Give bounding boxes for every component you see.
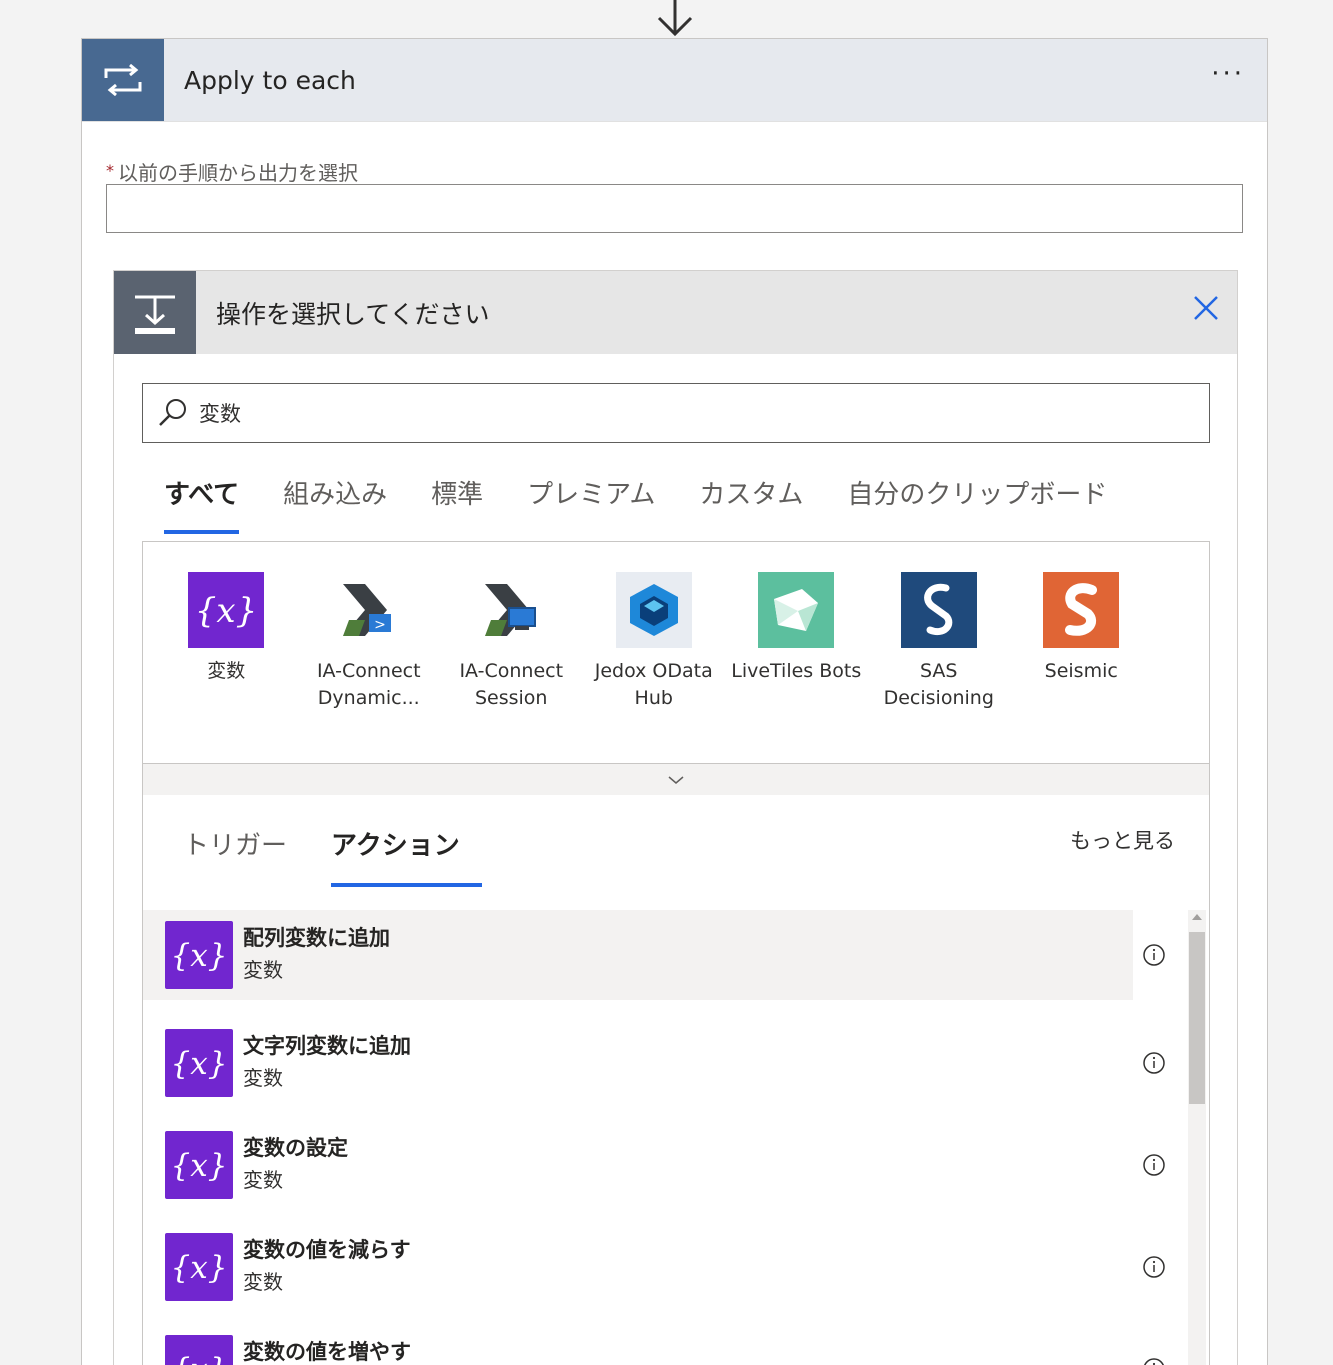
choose-operation-card: 操作を選択してください 変数 すべて 組み込み 標準 プレミアム カスタム 自分… bbox=[113, 270, 1238, 1365]
tab-my-clipboard[interactable]: 自分のクリップボード bbox=[825, 466, 1129, 534]
insert-step-icon bbox=[114, 271, 196, 354]
variable-icon: {x} bbox=[165, 1131, 233, 1199]
choose-operation-header: 操作を選択してください bbox=[114, 271, 1237, 354]
svg-text:{x}: {x} bbox=[171, 1250, 227, 1286]
search-value: 変数 bbox=[199, 402, 241, 426]
action-text: 文字列変数に追加 変数 bbox=[243, 1031, 411, 1095]
connector-ia-connect-session[interactable]: IA-Connect Session bbox=[440, 572, 583, 712]
variable-icon: {x} bbox=[165, 921, 233, 989]
connector-name: 変数 bbox=[207, 660, 246, 682]
action-text: 変数の値を減らす 変数 bbox=[243, 1235, 411, 1299]
tab-builtin[interactable]: 組み込み bbox=[261, 466, 409, 534]
action-title: 変数の設定 bbox=[243, 1136, 348, 1160]
expand-connectors-button[interactable] bbox=[143, 763, 1209, 795]
tab-custom[interactable]: カスタム bbox=[677, 466, 825, 534]
choose-operation-title: 操作を選択してください bbox=[216, 299, 490, 329]
search-icon bbox=[159, 399, 186, 426]
connector-name: LiveTiles Bots bbox=[731, 660, 862, 682]
seismic-icon bbox=[1043, 572, 1120, 648]
required-marker: * bbox=[106, 161, 114, 180]
tab-triggers[interactable]: トリガー bbox=[161, 825, 309, 887]
action-connector: 変数 bbox=[243, 958, 283, 982]
connector-ia-connect-dynamics[interactable]: > IA-Connect Dynamic... bbox=[298, 572, 441, 712]
info-icon[interactable] bbox=[1142, 1255, 1166, 1279]
see-more-link[interactable]: もっと見る bbox=[1070, 825, 1175, 855]
action-connector: 変数 bbox=[243, 1066, 283, 1090]
tab-premium[interactable]: プレミアム bbox=[505, 466, 677, 534]
connector-name: IA-Connect Dynamic... bbox=[316, 660, 421, 709]
variable-icon: {x} bbox=[165, 1233, 233, 1301]
ia-connect-session-icon bbox=[473, 572, 549, 648]
trigger-action-tabs: トリガー アクション bbox=[161, 825, 482, 887]
action-title: 文字列変数に追加 bbox=[243, 1034, 411, 1058]
action-list-scrollbar[interactable] bbox=[1188, 910, 1206, 1365]
actions-panel: トリガー アクション もっと見る {x} 配列変数に追加 変数 {x} 文字列変… bbox=[142, 795, 1210, 1365]
svg-text:{x}: {x} bbox=[171, 1148, 227, 1184]
svg-text:{x}: {x} bbox=[171, 938, 227, 974]
variable-icon: {x} bbox=[165, 1335, 233, 1365]
action-increment-variable[interactable]: {x} 変数の値を増やす 変数 bbox=[143, 1318, 1164, 1365]
action-title: 変数の値を増やす bbox=[243, 1340, 411, 1364]
chevron-down-icon bbox=[668, 775, 684, 784]
action-append-to-array[interactable]: {x} 配列変数に追加 変数 bbox=[143, 910, 1165, 1000]
apply-to-each-header[interactable]: Apply to each ··· bbox=[82, 39, 1267, 122]
flow-arrow-down-icon bbox=[657, 0, 693, 37]
action-text: 変数の値を増やす 変数 bbox=[243, 1337, 411, 1365]
svg-text:>: > bbox=[374, 617, 386, 633]
connector-name: Jedox OData Hub bbox=[594, 660, 713, 709]
ia-connect-dynamics-icon: > bbox=[331, 572, 407, 648]
close-icon[interactable] bbox=[1191, 293, 1221, 323]
output-select-input[interactable] bbox=[106, 184, 1243, 233]
variable-icon: {x} bbox=[165, 1029, 233, 1097]
svg-text:{x}: {x} bbox=[196, 591, 256, 631]
jedox-icon bbox=[615, 572, 692, 648]
action-connector: 変数 bbox=[243, 1270, 283, 1294]
info-icon[interactable] bbox=[1142, 1051, 1166, 1075]
action-title: 配列変数に追加 bbox=[243, 926, 390, 950]
livetiles-icon bbox=[758, 572, 835, 648]
scroll-up-arrow-icon[interactable] bbox=[1192, 914, 1202, 920]
operation-search-input[interactable]: 変数 bbox=[142, 383, 1210, 443]
connector-seismic[interactable]: Seismic bbox=[1010, 572, 1153, 712]
tab-standard[interactable]: 標準 bbox=[409, 466, 505, 534]
variable-icon: {x} bbox=[188, 572, 265, 648]
action-text: 配列変数に追加 変数 bbox=[243, 923, 390, 987]
sas-icon bbox=[900, 572, 977, 648]
action-connector: 変数 bbox=[243, 1168, 283, 1192]
apply-to-each-card: Apply to each ··· * 以前の手順から出力を選択 操作を選択してく… bbox=[81, 38, 1268, 1365]
connector-grid: {x} 変数 > IA-Connect Dynamic... IA-Connec… bbox=[155, 572, 1153, 712]
category-tabs: すべて 組み込み 標準 プレミアム カスタム 自分のクリップボード bbox=[142, 466, 1129, 534]
connector-panel: {x} 変数 > IA-Connect Dynamic... IA-Connec… bbox=[142, 541, 1210, 796]
loop-icon bbox=[82, 39, 164, 121]
scroll-thumb[interactable] bbox=[1189, 932, 1205, 1104]
info-icon[interactable] bbox=[1142, 1153, 1166, 1177]
action-append-to-string[interactable]: {x} 文字列変数に追加 変数 bbox=[143, 1012, 1165, 1114]
info-icon[interactable] bbox=[1142, 943, 1166, 967]
tab-actions[interactable]: アクション bbox=[309, 825, 482, 887]
output-select-label: * 以前の手順から出力を選択 bbox=[106, 157, 358, 186]
apply-to-each-title: Apply to each bbox=[184, 65, 356, 95]
connector-name: IA-Connect Session bbox=[459, 660, 564, 709]
connector-sas-decisioning[interactable]: SAS Decisioning bbox=[868, 572, 1011, 712]
connector-name: SAS Decisioning bbox=[883, 660, 994, 709]
tab-all[interactable]: すべて bbox=[142, 466, 261, 534]
action-text: 変数の設定 変数 bbox=[243, 1133, 348, 1197]
output-select-label-text: 以前の手順から出力を選択 bbox=[118, 161, 358, 185]
connector-jedox[interactable]: Jedox OData Hub bbox=[583, 572, 726, 712]
connector-name: Seismic bbox=[1044, 660, 1118, 682]
info-icon[interactable] bbox=[1142, 1357, 1166, 1365]
more-options-button[interactable]: ··· bbox=[1211, 61, 1245, 87]
svg-text:{x}: {x} bbox=[171, 1352, 227, 1365]
action-set-variable[interactable]: {x} 変数の設定 変数 bbox=[143, 1114, 1165, 1216]
connector-livetiles-bots[interactable]: LiveTiles Bots bbox=[725, 572, 868, 712]
connector-variables[interactable]: {x} 変数 bbox=[155, 572, 298, 712]
action-decrement-variable[interactable]: {x} 変数の値を減らす 変数 bbox=[143, 1216, 1165, 1318]
action-list: {x} 配列変数に追加 変数 {x} 文字列変数に追加 変数 {x} 変数の設定… bbox=[143, 910, 1165, 1365]
action-title: 変数の値を減らす bbox=[243, 1238, 411, 1262]
svg-text:{x}: {x} bbox=[171, 1046, 227, 1082]
